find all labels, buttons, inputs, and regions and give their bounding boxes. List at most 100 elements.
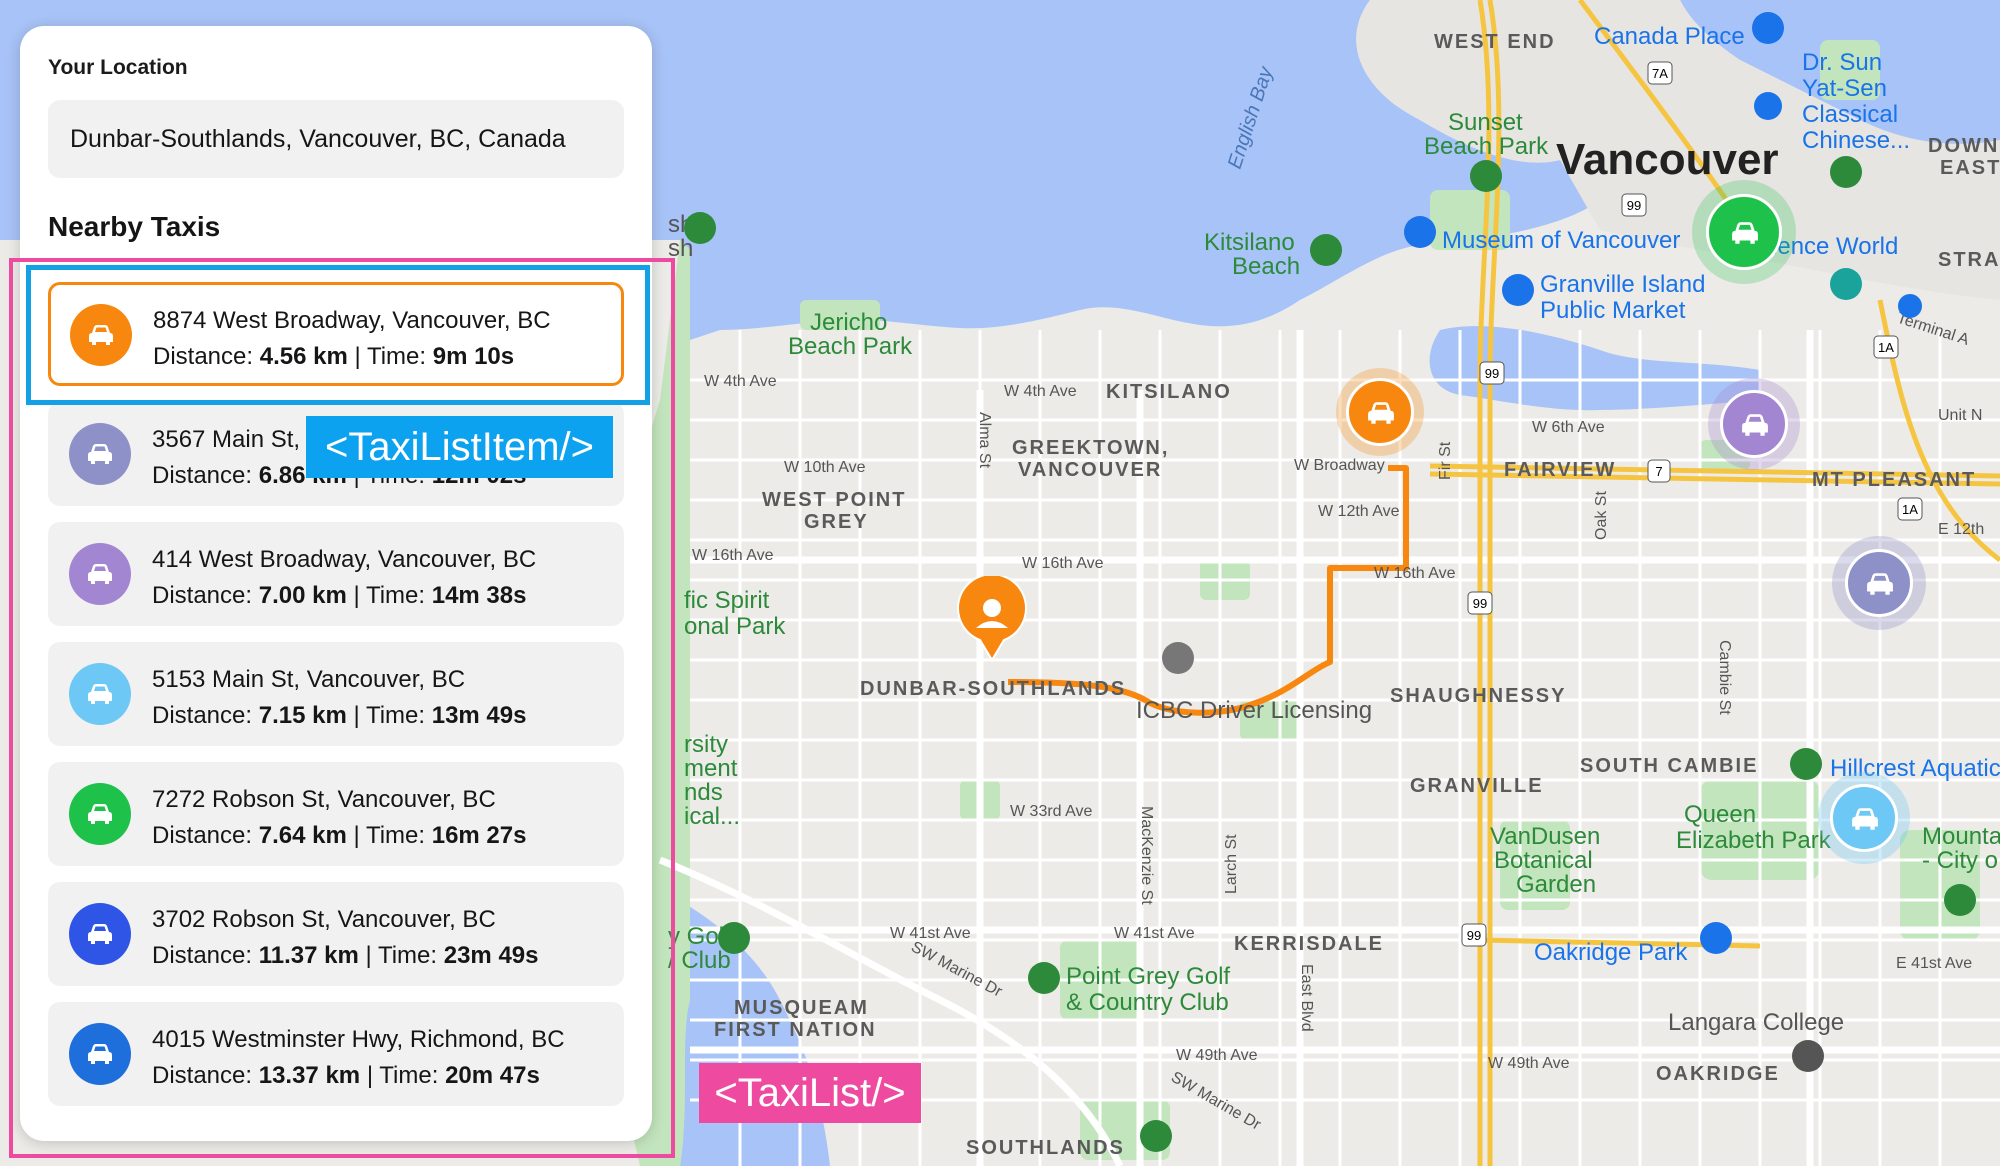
svg-text:Langara College: Langara College bbox=[1668, 1009, 1844, 1036]
svg-text:Yat-Sen: Yat-Sen bbox=[1802, 75, 1887, 102]
svg-text:W 49th Ave: W 49th Ave bbox=[1176, 1047, 1258, 1064]
svg-text:Sunset: Sunset bbox=[1448, 109, 1523, 136]
svg-text:Botanical: Botanical bbox=[1494, 847, 1593, 874]
svg-text:99: 99 bbox=[1627, 198, 1641, 213]
svg-text:/ Club: / Club bbox=[668, 947, 731, 974]
person-icon bbox=[956, 576, 957, 577]
svg-text:SHAUGHNESSY: SHAUGHNESSY bbox=[1390, 685, 1566, 707]
car-icon bbox=[1742, 414, 1768, 436]
svg-text:W 4th Ave: W 4th Ave bbox=[704, 373, 777, 390]
svg-text:Kitsilano: Kitsilano bbox=[1204, 229, 1295, 256]
nearby-taxis-heading: Nearby Taxis bbox=[48, 211, 221, 242]
svg-text:& Country Club: & Country Club bbox=[1066, 989, 1229, 1016]
svg-text:W 6th Ave: W 6th Ave bbox=[1532, 419, 1605, 436]
car-icon bbox=[1368, 402, 1394, 424]
svg-text:nds: nds bbox=[684, 779, 723, 806]
svg-text:1A: 1A bbox=[1878, 340, 1894, 355]
svg-text:Mounta: Mounta bbox=[1922, 823, 2000, 850]
svg-text:MUSQUEAM: MUSQUEAM bbox=[734, 997, 869, 1019]
map-taxi-marker[interactable] bbox=[1692, 180, 1796, 284]
svg-text:1A: 1A bbox=[1902, 502, 1918, 517]
svg-text:- City o: - City o bbox=[1922, 847, 1998, 874]
map-taxi-marker[interactable] bbox=[1818, 772, 1910, 864]
svg-text:E 12th: E 12th bbox=[1938, 521, 1984, 538]
taxi-list-item-tag: <TaxiListItem/> bbox=[306, 416, 613, 478]
svg-text:Classical: Classical bbox=[1802, 101, 1898, 128]
svg-text:GREEKTOWN,: GREEKTOWN, bbox=[1012, 437, 1169, 459]
svg-text:MacKenzie St: MacKenzie St bbox=[1138, 806, 1155, 905]
taxi-list-tag: <TaxiList/> bbox=[699, 1063, 921, 1123]
svg-text:Larch St: Larch St bbox=[1223, 834, 1240, 894]
map-taxi-marker[interactable] bbox=[1708, 378, 1800, 470]
svg-text:SOUTH CAMBIE: SOUTH CAMBIE bbox=[1580, 755, 1758, 777]
svg-text:ICBC Driver Licensing: ICBC Driver Licensing bbox=[1136, 697, 1372, 724]
svg-text:Queen: Queen bbox=[1684, 801, 1756, 828]
svg-text:Fir St: Fir St bbox=[1437, 441, 1454, 480]
svg-text:KITSILANO: KITSILANO bbox=[1106, 381, 1232, 403]
svg-text:W 4th Ave: W 4th Ave bbox=[1004, 383, 1077, 400]
svg-text:ical...: ical... bbox=[684, 803, 740, 830]
your-location-label: Your Location bbox=[48, 56, 188, 79]
svg-text:Alma St: Alma St bbox=[976, 412, 993, 469]
map-taxi-marker[interactable] bbox=[1832, 536, 1926, 630]
car-icon bbox=[1852, 808, 1878, 830]
svg-text:Beach Park: Beach Park bbox=[788, 333, 913, 360]
svg-text:Dr. Sun: Dr. Sun bbox=[1802, 49, 1882, 76]
svg-text:Museum of Vancouver: Museum of Vancouver bbox=[1442, 227, 1680, 254]
svg-text:Jericho: Jericho bbox=[810, 309, 887, 336]
poi-canada-place: Canada Place bbox=[1594, 23, 1745, 50]
map-city-label: Vancouver bbox=[1556, 135, 1779, 184]
car-icon bbox=[1732, 222, 1758, 244]
svg-text:W 41st Ave: W 41st Ave bbox=[890, 925, 971, 942]
svg-text:W 10th Ave: W 10th Ave bbox=[784, 459, 866, 476]
svg-text:Beach: Beach bbox=[1232, 253, 1300, 280]
svg-text:ment: ment bbox=[684, 755, 738, 782]
highway-7a: 7A bbox=[1652, 66, 1668, 81]
svg-text:rsity: rsity bbox=[684, 731, 728, 758]
svg-text:99: 99 bbox=[1467, 928, 1481, 943]
svg-text:Garden: Garden bbox=[1516, 871, 1596, 898]
svg-text:GREY: GREY bbox=[804, 511, 869, 533]
svg-text:EAST: EAST bbox=[1940, 157, 2000, 179]
car-icon bbox=[1867, 573, 1893, 595]
svg-text:Cambie St: Cambie St bbox=[1716, 640, 1733, 715]
svg-text:Public Market: Public Market bbox=[1540, 297, 1686, 324]
map-taxi-marker-selected[interactable] bbox=[1336, 368, 1424, 456]
user-location-pin[interactable] bbox=[956, 573, 1028, 662]
map-area-label: WEST END bbox=[1434, 31, 1556, 53]
svg-text:W 16th Ave: W 16th Ave bbox=[692, 547, 774, 564]
svg-text:Oak St: Oak St bbox=[1593, 491, 1610, 540]
svg-text:KERRISDALE: KERRISDALE bbox=[1234, 933, 1384, 955]
svg-text:W 16th Ave: W 16th Ave bbox=[1374, 565, 1456, 582]
svg-text:W Broadway: W Broadway bbox=[1294, 457, 1385, 474]
svg-text:Elizabeth Park: Elizabeth Park bbox=[1676, 827, 1832, 854]
svg-text:Chinese...: Chinese... bbox=[1802, 127, 1910, 154]
svg-text:W 49th Ave: W 49th Ave bbox=[1488, 1055, 1570, 1072]
svg-text:East Blvd: East Blvd bbox=[1298, 964, 1315, 1032]
svg-text:W 12th Ave: W 12th Ave bbox=[1318, 503, 1400, 520]
svg-text:E 41st Ave: E 41st Ave bbox=[1896, 955, 1972, 972]
svg-text:Granville Island: Granville Island bbox=[1540, 271, 1705, 298]
svg-text:7: 7 bbox=[1655, 464, 1662, 479]
svg-text:STRA: STRA bbox=[1938, 249, 2000, 271]
svg-text:99: 99 bbox=[1485, 366, 1499, 381]
taxi-list-item-annotation-box bbox=[26, 265, 650, 405]
svg-text:FAIRVIEW: FAIRVIEW bbox=[1504, 459, 1616, 481]
svg-text:VanDusen: VanDusen bbox=[1490, 823, 1600, 850]
svg-text:MT PLEASANT: MT PLEASANT bbox=[1812, 469, 1976, 491]
svg-text:99: 99 bbox=[1473, 596, 1487, 611]
svg-text:Point Grey Golf: Point Grey Golf bbox=[1066, 963, 1230, 990]
svg-text:SOUTHLANDS: SOUTHLANDS bbox=[966, 1137, 1125, 1159]
svg-text:DOWN: DOWN bbox=[1928, 135, 1999, 157]
svg-text:fic Spirit: fic Spirit bbox=[684, 587, 770, 614]
svg-text:FIRST NATION: FIRST NATION bbox=[714, 1019, 877, 1041]
svg-text:W 16th Ave: W 16th Ave bbox=[1022, 555, 1104, 572]
svg-text:VANCOUVER: VANCOUVER bbox=[1018, 459, 1162, 481]
svg-text:Beach Park: Beach Park bbox=[1424, 133, 1549, 160]
svg-text:GRANVILLE: GRANVILLE bbox=[1410, 775, 1544, 797]
svg-text:onal Park: onal Park bbox=[684, 613, 786, 640]
svg-text:OAKRIDGE: OAKRIDGE bbox=[1656, 1063, 1780, 1085]
svg-text:Oakridge Park: Oakridge Park bbox=[1534, 939, 1688, 966]
location-field[interactable]: Dunbar-Southlands, Vancouver, BC, Canada bbox=[48, 100, 624, 178]
svg-text:W 33rd Ave: W 33rd Ave bbox=[1010, 803, 1093, 820]
